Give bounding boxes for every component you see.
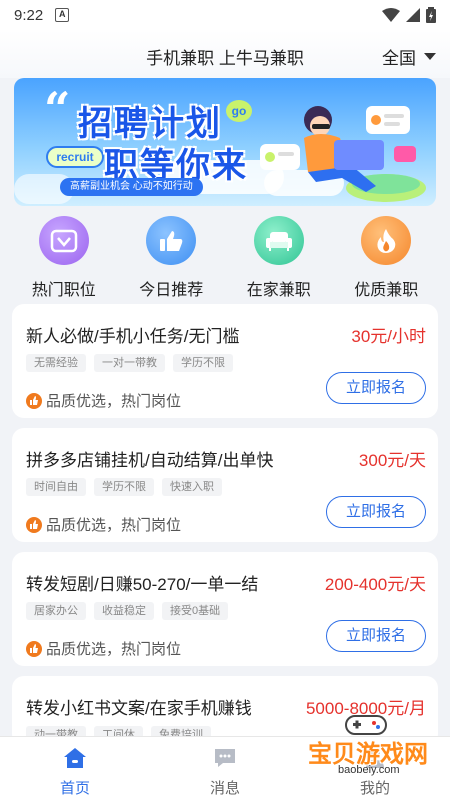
tab-label: 消息 [209,780,240,797]
job-title: 转发短剧/日赚50-270/一单一结 [26,575,259,594]
job-salary: 200-400元/天 [324,575,426,594]
category-row: 热门职位 今日推荐 在家兼职 优质兼职 [0,206,450,300]
job-tag: 居家办公 [26,602,86,620]
tab-messages[interactable]: 消息 [150,737,300,800]
chevron-down-icon [424,53,436,60]
tab-home[interactable]: 首页 [0,737,150,800]
job-tag: 学历不限 [94,478,154,496]
region-selector[interactable]: 全国 [382,44,436,69]
category-label: 在家兼职 [246,282,311,299]
thumbs-up-icon [26,516,42,533]
tab-label: 首页 [59,780,90,797]
job-tag: 接受0基础 [162,602,229,620]
home-icon [64,748,86,768]
apply-button[interactable]: 立即报名 [326,620,426,652]
person-with-laptop-illustration [260,106,426,202]
banner-go-badge: go [226,100,252,122]
job-card[interactable]: 新人必做/手机小任务/无门槛 30元/小时 无需经验 一对一带教 学历不限 品质… [12,304,438,418]
battery-icon [426,7,436,23]
job-tag: 时间自由 [26,478,86,496]
job-tag: 快速入职 [162,478,222,496]
job-tag: 无需经验 [26,354,86,372]
job-tag: 学历不限 [173,354,233,372]
job-tag: 收益稳定 [94,602,154,620]
job-tag: 一对一带教 [94,354,165,372]
job-title: 新人必做/手机小任务/无门槛 [26,327,240,346]
flame-icon [361,216,412,265]
wifi-icon [382,8,400,22]
job-quality-note: 品质优选，热门岗位 [26,390,181,411]
watermark-logo: 宝贝游戏网 baobeiy.com [292,712,442,778]
job-card[interactable]: 拼多多店铺挂机/自动结算/出单快 300元/天 时间自由 学历不限 快速入职 品… [12,428,438,542]
category-label: 热门职位 [31,282,96,299]
job-tags: 时间自由 学历不限 快速入职 [26,478,222,496]
job-title: 拼多多店铺挂机/自动结算/出单快 [26,451,274,470]
job-quality-note: 品质优选，热门岗位 [26,638,181,659]
heart-badge-icon [38,216,89,265]
category-today-recommend[interactable]: 今日推荐 [121,206,221,300]
category-label: 今日推荐 [139,282,204,299]
recruit-banner[interactable]: “ 招聘计划 go recruit 职等你来 高薪副业机会 心动不如行动 [14,78,436,206]
job-salary: 30元/小时 [351,327,426,346]
signal-icon [406,8,420,22]
banner-subtitle: 高薪副业机会 心动不如行动 [60,178,203,196]
category-hot-jobs[interactable]: 热门职位 [14,206,114,300]
status-right-icons [382,7,436,23]
job-card[interactable]: 转发短剧/日赚50-270/一单一结 200-400元/天 居家办公 收益稳定 … [12,552,438,666]
category-label: 优质兼职 [354,282,419,299]
tab-label: 我的 [359,780,390,797]
job-tags: 居家办公 收益稳定 接受0基础 [26,602,229,620]
region-label: 全国 [382,49,416,68]
notification-app-icon: A [55,8,70,22]
job-quality-text: 品质优选，热门岗位 [46,641,182,658]
job-quality-note: 品质优选，热门岗位 [26,514,181,535]
job-salary: 300元/天 [358,451,426,470]
job-quality-text: 品质优选，热门岗位 [46,517,182,534]
top-header: 手机兼职 上牛马兼职 全国 [0,30,450,78]
thumbs-up-icon [26,640,42,657]
category-quality-jobs[interactable]: 优质兼职 [336,206,436,300]
thumbs-up-icon [26,392,42,409]
job-quality-text: 品质优选，热门岗位 [46,393,182,410]
category-work-from-home[interactable]: 在家兼职 [229,206,329,300]
quote-mark: “ [44,82,71,136]
job-tags: 无需经验 一对一带教 学历不限 [26,354,233,372]
chat-icon [215,749,235,767]
status-time: 9:22 [14,6,44,24]
sofa-icon [253,216,304,265]
gamepad-icon [345,715,387,735]
thumbs-up-icon [146,216,197,265]
job-title: 转发小红书文案/在家手机赚钱 [26,699,252,718]
status-bar: 9:22 A [0,0,450,30]
apply-button[interactable]: 立即报名 [326,496,426,528]
apply-button[interactable]: 立即报名 [326,372,426,404]
watermark-domain: baobeiy.com [338,764,400,776]
banner-recruit-badge: recruit [46,146,104,168]
